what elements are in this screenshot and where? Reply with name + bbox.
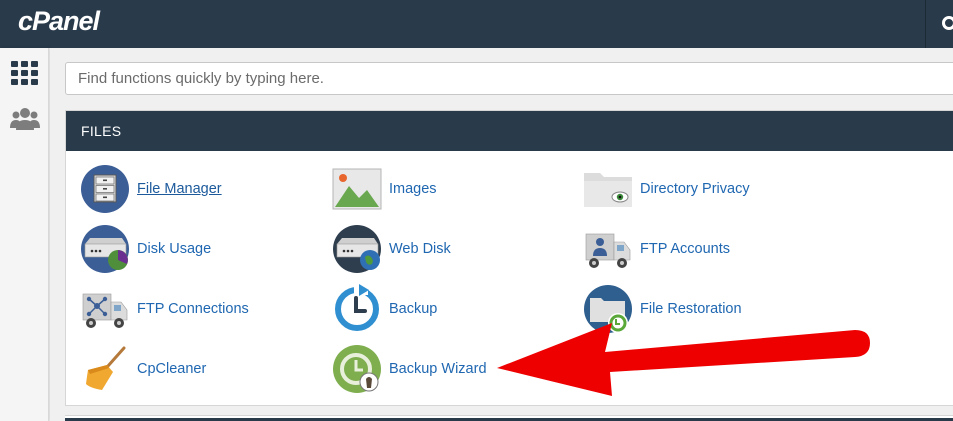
- file-restoration-icon: [584, 285, 632, 333]
- backup-icon: [335, 284, 379, 331]
- ftp-connections-icon: [82, 293, 128, 328]
- file-manager-label: File Manager: [137, 181, 222, 197]
- directory-privacy-label: Directory Privacy: [640, 181, 750, 197]
- directory-privacy-link[interactable]: Directory Privacy: [583, 163, 750, 215]
- directory-privacy-icon: [584, 173, 632, 207]
- images-icon: [332, 168, 382, 210]
- next-panel-edge: [65, 415, 953, 421]
- user-icon[interactable]: [942, 16, 953, 30]
- backup-link[interactable]: Backup: [332, 283, 437, 335]
- web-disk-link[interactable]: Web Disk: [332, 223, 451, 275]
- web-disk-icon: [333, 225, 381, 273]
- ftp-accounts-icon: [585, 233, 631, 268]
- ftp-accounts-label: FTP Accounts: [640, 241, 730, 257]
- disk-usage-icon: [81, 225, 129, 273]
- file-manager-icon: [81, 165, 129, 213]
- file-restoration-link[interactable]: File Restoration: [583, 283, 742, 335]
- disk-usage-label: Disk Usage: [137, 241, 212, 257]
- users-icon[interactable]: [10, 104, 40, 134]
- main-content: FILES File Manager: [50, 48, 953, 421]
- images-label: Images: [389, 181, 437, 197]
- topbar-divider: [925, 0, 926, 48]
- cpcleaner-label: CpCleaner: [137, 361, 207, 377]
- broom-icon: [86, 346, 126, 390]
- web-disk-label: Web Disk: [389, 241, 451, 257]
- cpanel-logo[interactable]: cPanel: [18, 6, 100, 37]
- ftp-connections-link[interactable]: FTP Connections: [80, 283, 249, 335]
- files-panel-header[interactable]: FILES: [66, 111, 953, 151]
- backup-wizard-label: Backup Wizard: [389, 361, 487, 377]
- file-manager-link[interactable]: File Manager: [80, 163, 222, 215]
- ftp-accounts-link[interactable]: FTP Accounts: [583, 223, 730, 275]
- sidebar: [0, 48, 49, 421]
- files-panel-body: File Manager Images Directory Privacy Di…: [66, 151, 953, 407]
- cpcleaner-link[interactable]: CpCleaner: [80, 343, 206, 395]
- images-link[interactable]: Images: [332, 163, 437, 215]
- grid-icon[interactable]: [10, 58, 40, 88]
- top-bar: cPanel: [0, 0, 953, 48]
- backup-wizard-icon: [333, 345, 381, 393]
- file-restoration-label: File Restoration: [640, 301, 742, 317]
- search-input[interactable]: [65, 62, 953, 95]
- backup-wizard-link[interactable]: Backup Wizard: [332, 343, 487, 395]
- disk-usage-link[interactable]: Disk Usage: [80, 223, 211, 275]
- ftp-connections-label: FTP Connections: [137, 301, 249, 317]
- files-panel: FILES File Manager Images Directory Priv…: [65, 110, 953, 406]
- backup-label: Backup: [389, 301, 438, 317]
